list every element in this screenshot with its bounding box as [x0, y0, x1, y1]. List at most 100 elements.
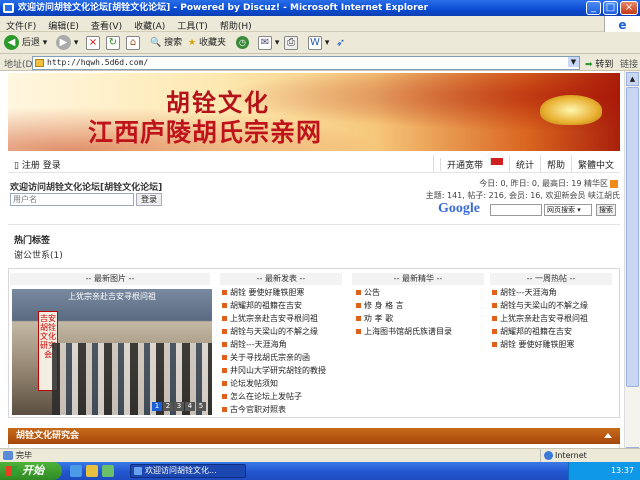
quicklaunch-desktop-icon[interactable] [102, 465, 114, 477]
window-title: 欢迎访问胡铨文化论坛[胡铨文化论坛] - Powered by Discuz! … [18, 3, 429, 13]
address-bar: 地址(D) http://hqwh.5d6d.com/ ▼ ➡ 转到 链接 [0, 55, 640, 71]
nav-stats-link[interactable]: 统计 [508, 155, 540, 172]
menu-help[interactable]: 帮助(H) [214, 16, 258, 32]
links-button[interactable]: 链接 [620, 57, 638, 70]
window-titlebar: 欢迎访问胡铨文化论坛[胡铨文化论坛] - Powered by Discuz! … [0, 0, 640, 16]
hot-tag-link[interactable]: 谢公世系(1) [14, 248, 63, 261]
windows-logo-icon [6, 466, 17, 476]
list-item[interactable]: 劝 孝 歌 [356, 312, 452, 325]
maximize-button[interactable]: □ [603, 1, 618, 15]
list-item[interactable]: 公告 [356, 286, 452, 299]
stop-icon: × [86, 35, 100, 50]
list-item[interactable]: 胡铨 要使好雕铁胆寒 [222, 286, 326, 299]
mail-icon: ✉ [258, 35, 272, 50]
column-head-images: -- 最新图片 -- [10, 273, 210, 285]
minimize-button[interactable]: _ [586, 1, 601, 15]
section-header[interactable]: 胡铨文化研究会 [8, 428, 620, 444]
mail-button[interactable]: ✉ ▾ [258, 34, 279, 52]
list-item[interactable]: 胡耀邦的祖籍在吉安 [492, 325, 588, 338]
list-item[interactable]: 胡铨与天梁山的不解之缘 [492, 299, 588, 312]
google-search-type-select[interactable]: 网页搜索 ▾ [544, 204, 592, 216]
rss-icon[interactable] [610, 179, 618, 188]
nav-help-link[interactable]: 帮助 [539, 155, 571, 172]
slide-page-3[interactable]: 3 [174, 402, 184, 411]
back-button[interactable]: ◀ 后退 ▾ [4, 34, 47, 52]
address-dropdown-icon[interactable]: ▼ [568, 57, 579, 67]
list-item[interactable]: 胡铨---天涯海角 [222, 338, 326, 351]
start-button[interactable]: 开始 [0, 462, 62, 480]
list-item[interactable]: 胡耀邦的祖籍在吉安 [222, 299, 326, 312]
print-icon: ⎙ [284, 35, 298, 50]
stop-button[interactable]: × [86, 34, 100, 52]
google-search-input[interactable] [490, 204, 542, 216]
photo-caption: 上犹宗亲赴吉安寻根问祖 [68, 292, 156, 301]
quicklaunch-folder-icon[interactable] [86, 465, 98, 477]
quicklaunch-ie-icon[interactable] [70, 465, 82, 477]
back-arrow-icon: ◀ [4, 35, 19, 50]
list-item[interactable]: 井冈山大学研究胡铨的教授 [222, 364, 326, 377]
menu-file[interactable]: 文件(F) [0, 16, 42, 32]
search-button[interactable]: 🔍 搜索 [150, 34, 182, 52]
close-button[interactable]: × [620, 1, 638, 15]
taskbar-window-button[interactable]: 欢迎访问胡铨文化... [130, 464, 246, 478]
go-button[interactable]: ➡ 转到 [585, 57, 613, 70]
list-item[interactable]: 修 身 格 言 [356, 299, 452, 312]
list-item[interactable]: 胡铨---天涯海角 [492, 286, 588, 299]
menu-tools[interactable]: 工具(T) [171, 16, 214, 32]
home-icon: ⌂ [126, 35, 140, 50]
system-tray: 13:37 [568, 462, 640, 480]
list-item[interactable]: 胡铨 要使好雕铁胆寒 [492, 338, 588, 351]
forum-navbar: ▯ 注册 登录 开通宽带 统计 帮助 繁體中文 [8, 155, 620, 173]
latest-photo-slideshow[interactable]: 上犹宗亲赴吉安寻根问祖 吉安胡铨文化研究会 1 2 3 4 5 [12, 289, 212, 415]
refresh-icon: ↻ [106, 35, 120, 50]
messenger-button[interactable]: ➶ [336, 34, 345, 52]
nav-broadband-link[interactable]: 开通宽带 [432, 155, 509, 172]
welcome-heading: 欢迎访问胡铨文化论坛[胡铨文化论坛] [10, 183, 163, 193]
slide-page-5[interactable]: 5 [196, 402, 206, 411]
edit-button[interactable]: W ▾ [308, 34, 329, 52]
menu-view[interactable]: 查看(V) [85, 16, 128, 32]
user-icon: ▯ [14, 161, 19, 171]
banner-subtitle: 江西庐陵胡氏宗亲网 [88, 118, 323, 147]
username-input[interactable]: 用户名 [10, 193, 134, 206]
register-link[interactable]: 注册 [22, 161, 40, 171]
page-done-icon [3, 451, 13, 460]
login-link[interactable]: 登录 [43, 161, 61, 171]
collapse-icon[interactable] [604, 433, 612, 438]
list-item[interactable]: 上海图书馆胡氏族谱目录 [356, 325, 452, 338]
address-input[interactable]: http://hqwh.5d6d.com/ [32, 56, 580, 70]
column-head-elite: -- 最新精华 -- [352, 273, 484, 285]
forward-button[interactable]: ▶ ▾ [56, 34, 78, 52]
history-button[interactable]: ◷ [236, 34, 249, 52]
slide-page-2[interactable]: 2 [163, 402, 173, 411]
new-badge-icon [489, 158, 503, 165]
print-button[interactable]: ⎙ [284, 34, 298, 52]
divider [8, 224, 620, 225]
list-item[interactable]: 胡铨与天梁山的不解之缘 [222, 325, 326, 338]
google-search-button[interactable]: 搜索 [596, 204, 616, 216]
menu-favorites[interactable]: 收藏(A) [128, 16, 171, 32]
home-button[interactable]: ⌂ [126, 34, 140, 52]
scroll-thumb[interactable] [626, 87, 639, 387]
menu-edit[interactable]: 编辑(E) [42, 16, 85, 32]
refresh-button[interactable]: ↻ [106, 34, 120, 52]
list-item[interactable]: 论坛发帖须知 [222, 377, 326, 390]
vertical-scrollbar[interactable]: ▲ ▼ [624, 71, 640, 462]
slide-page-1[interactable]: 1 [152, 402, 162, 411]
slide-page-4[interactable]: 4 [185, 402, 195, 411]
favorites-button[interactable]: ★ 收藏夹 [188, 34, 226, 52]
list-item[interactable]: 上犹宗亲赴吉安寻根问祖 [492, 312, 588, 325]
slideshow-pager: 1 2 3 4 5 [151, 402, 206, 411]
list-item[interactable]: 上犹宗亲赴吉安寻根问祖 [222, 312, 326, 325]
list-item[interactable]: 关于寻找胡氏宗亲的函 [222, 351, 326, 364]
nav-traditional-link[interactable]: 繁體中文 [570, 155, 620, 172]
section-title: 胡铨文化研究会 [16, 431, 80, 441]
favorites-star-icon: ★ [188, 38, 197, 48]
scroll-up-icon[interactable]: ▲ [626, 72, 639, 86]
login-button[interactable]: 登录 [136, 193, 162, 206]
messenger-icon: ➶ [336, 36, 346, 49]
lamp-decoration [540, 95, 602, 125]
list-item[interactable]: 怎么在论坛上发帖子 [222, 390, 326, 403]
list-item[interactable]: 古今官职对照表 [222, 403, 326, 416]
status-bar: 完毕 Internet [0, 448, 640, 462]
